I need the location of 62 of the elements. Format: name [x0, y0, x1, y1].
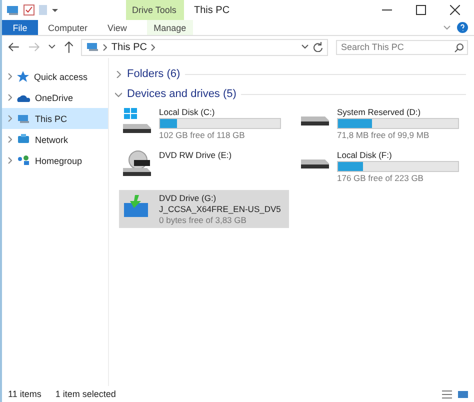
expand-icon[interactable] [8, 136, 12, 143]
star-icon [17, 70, 29, 82]
free-space-text: 102 GB free of 118 GB [159, 130, 246, 140]
details-view-icon[interactable] [442, 390, 452, 398]
nav-item[interactable]: Homegroup [2, 150, 108, 171]
free-space-text: 176 GB free of 223 GB [337, 173, 424, 183]
drive-item[interactable]: DVD Drive (G:) J_CCSA_X64FRE_EN-US_DV5 0 bytes free of 3,83 GB [119, 190, 289, 228]
up-arrow-icon[interactable] [64, 41, 74, 53]
drive-item[interactable]: Local Disk (C:) 102 GB free of 118 GB [119, 104, 289, 143]
drive-name: System Reserved (D:) [337, 107, 422, 117]
recent-dropdown-icon[interactable] [48, 43, 56, 51]
dropdown-icon[interactable] [301, 43, 309, 51]
chevron-icon[interactable] [103, 44, 108, 50]
large-icons-view-icon[interactable] [458, 390, 468, 398]
item-count: 11 items [8, 389, 42, 399]
address-field[interactable]: This PC [81, 38, 328, 56]
nav-item[interactable]: Quick access [2, 66, 108, 87]
properties-icon[interactable] [23, 4, 35, 16]
maximize-icon[interactable] [416, 5, 426, 15]
help-icon[interactable] [457, 22, 468, 33]
drive-name: Local Disk (F:) [337, 150, 393, 160]
drive-item[interactable]: Local Disk (F:) 176 GB free of 223 GB [297, 147, 467, 186]
dvd-drive-icon [121, 150, 153, 178]
expand-icon[interactable] [8, 115, 12, 122]
section-header[interactable]: Devices and drives (5) [115, 84, 474, 104]
close-icon[interactable] [450, 5, 460, 15]
nav-item[interactable]: Network [2, 129, 108, 150]
chevron-icon [115, 70, 122, 78]
ribbon-tab[interactable]: Manage [146, 20, 193, 35]
path-segment[interactable]: This PC [111, 42, 147, 52]
expand-icon[interactable] [8, 94, 12, 101]
drive-name: DVD Drive (G:) [159, 193, 218, 203]
drive-item[interactable]: System Reserved (D:) 71,8 MB free of 99,9 MB [297, 104, 467, 143]
expand-icon[interactable] [8, 157, 12, 164]
free-space-text: 0 bytes free of 3,83 GB [159, 215, 248, 225]
selection-count: 1 item selected [55, 389, 116, 399]
ribbon-tab[interactable]: File [2, 20, 38, 35]
cloud-icon [17, 92, 30, 102]
drive-name: DVD RW Drive (E:) [159, 150, 233, 160]
free-space-text: 71,8 MB free of 99,9 MB [337, 130, 430, 140]
chevron-icon[interactable] [443, 24, 451, 32]
window-title: This PC [193, 4, 230, 18]
homegroup-icon [17, 155, 30, 166]
nav-item[interactable]: OneDrive [2, 87, 108, 108]
section-header[interactable]: Folders (6) [115, 64, 474, 84]
context-tab-header: Drive Tools [126, 0, 184, 20]
drive-name: Local Disk (C:) [159, 107, 216, 117]
expand-icon[interactable] [8, 73, 12, 80]
network-icon [17, 134, 30, 145]
pc-icon [17, 114, 30, 124]
chevron-icon [115, 90, 122, 98]
search-icon [454, 42, 464, 52]
pc-icon [86, 42, 100, 52]
drive-item[interactable]: DVD RW Drive (E:) [119, 147, 289, 186]
refresh-icon[interactable] [313, 42, 323, 52]
search-field[interactable]: Search This PC [336, 40, 468, 54]
volume-label: J_CCSA_X64FRE_EN-US_DV5 [159, 204, 282, 214]
windows-disk-icon [121, 107, 153, 135]
back-arrow-icon[interactable] [8, 42, 20, 52]
nav-item[interactable]: This PC [2, 108, 108, 129]
chevron-icon[interactable] [150, 44, 155, 50]
pc-icon [6, 4, 20, 16]
